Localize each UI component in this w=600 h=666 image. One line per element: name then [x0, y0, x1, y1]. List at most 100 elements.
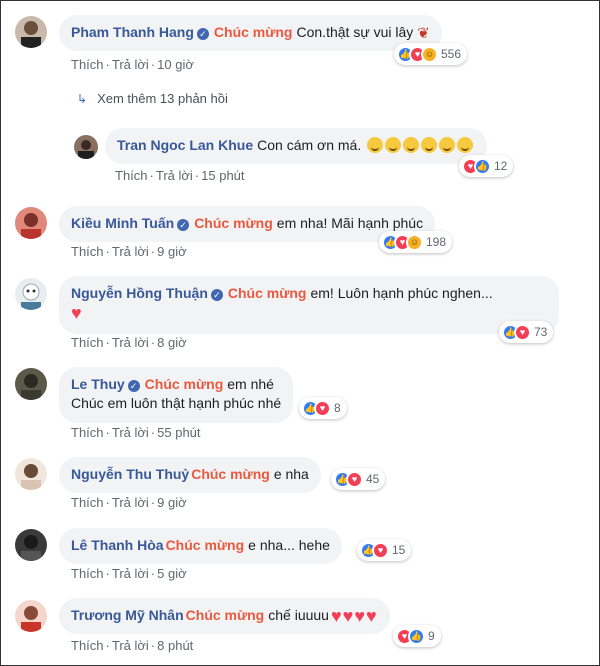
commenter-name[interactable]: Nguyễn Thu Thuỷ [71, 466, 189, 482]
love-reaction-icon: ♥ [314, 399, 331, 417]
reply-link[interactable]: Trả lời [112, 57, 149, 72]
separator: · [150, 566, 156, 581]
tag-label[interactable]: Chúc mừng [194, 215, 273, 231]
view-more-replies[interactable]: ↳ Xem thêm 13 phản hồi [77, 91, 228, 106]
comment-bubble: Trương Mỹ Nhân Chúc mừng chế iuuuu ♥♥♥♥ [59, 598, 390, 634]
avatar[interactable] [15, 600, 47, 632]
tag-label[interactable]: Chúc mừng [186, 607, 265, 623]
reaction-summary[interactable]: 👍 ♥ 8 [299, 397, 347, 419]
love-reaction-icon: ♥ [514, 323, 531, 341]
timestamp[interactable]: 10 giờ [157, 57, 194, 72]
avatar[interactable] [15, 207, 47, 239]
rose-emoji-icon: ❦ [417, 25, 430, 42]
reply-link[interactable]: Trả lời [112, 638, 149, 653]
comment-text: em! Luôn hạnh phúc nghen... [310, 285, 493, 301]
separator: · [150, 495, 156, 510]
reply-link[interactable]: Trả lời [112, 244, 149, 259]
separator: · [150, 57, 156, 72]
comment-text-line2: Chúc em luôn thật hạnh phúc nhé [71, 395, 282, 411]
avatar[interactable] [74, 135, 98, 159]
commenter-name[interactable]: Le Thuy [71, 376, 125, 392]
like-link[interactable]: Thích [115, 168, 148, 183]
tag-label[interactable]: Chúc mừng [191, 466, 270, 482]
commenter-name[interactable]: Nguyễn Hồng Thuận [71, 285, 208, 301]
reply-link[interactable]: Trả lời [156, 168, 193, 183]
reaction-summary[interactable]: 👍 ♥ ☺ 198 [379, 231, 453, 253]
separator: · [150, 335, 156, 350]
commenter-name[interactable]: Tran Ngoc Lan Khue [117, 137, 253, 153]
separator: · [105, 425, 110, 440]
timestamp[interactable]: 8 giờ [157, 335, 187, 350]
reply-link[interactable]: Trả lời [112, 335, 149, 350]
separator: · [150, 244, 156, 259]
commenter-name[interactable]: Lê Thanh Hòa [71, 537, 164, 553]
reaction-count: 8 [334, 401, 341, 415]
separator: · [194, 168, 200, 183]
tag-label[interactable]: Chúc mừng [214, 24, 293, 40]
comment-bubble: Nguyễn Thu Thuỷ Chúc mừng e nha [59, 457, 321, 493]
reply-link[interactable]: Trả lời [112, 425, 149, 440]
haha-reaction-icon: ☺ [421, 45, 438, 63]
comment-actions: Thích · Trả lời · 15 phút [115, 168, 259, 183]
avatar[interactable] [15, 16, 47, 48]
avatar[interactable] [15, 458, 47, 490]
reaction-summary[interactable]: ♥ 👍 12 [459, 155, 514, 177]
separator: · [105, 57, 110, 72]
commenter-name[interactable]: Kiều Minh Tuấn [71, 215, 174, 231]
like-link[interactable]: Thích [71, 495, 104, 510]
like-link[interactable]: Thích [71, 638, 104, 653]
reaction-summary[interactable]: 👍 ♥ ☺ 556 [394, 43, 468, 65]
reaction-summary[interactable]: 👍 ♥ 73 [499, 321, 554, 343]
timestamp[interactable]: 8 phút [157, 638, 193, 653]
comment-text: e nha [273, 466, 309, 482]
comment-bubble: Lê Thanh Hòa Chúc mừng e nha... hehe [59, 528, 342, 564]
heart-emoji-icon: ♥♥♥♥ [330, 606, 377, 626]
like-link[interactable]: Thích [71, 425, 104, 440]
like-link[interactable]: Thích [71, 566, 104, 581]
like-link[interactable]: Thích [71, 335, 104, 350]
tag-label[interactable]: Chúc mừng [228, 285, 307, 301]
separator: · [150, 638, 156, 653]
commenter-name[interactable]: Pham Thanh Hang [71, 24, 194, 40]
like-link[interactable]: Thích [71, 244, 104, 259]
separator: · [105, 335, 110, 350]
comment-bubble: Nguyễn Hồng Thuận ✓ Chúc mừng em! Luôn hạnh… [59, 276, 559, 334]
commenter-name[interactable]: Trương Mỹ Nhân [71, 607, 184, 623]
comment-text: e nha... hehe [248, 537, 330, 553]
separator: · [105, 638, 110, 653]
comment-actions: Thích · Trả lời · 9 giờ [71, 244, 201, 259]
separator: · [105, 495, 110, 510]
comment-text: Con cám ơn má. [257, 137, 362, 153]
reaction-summary[interactable]: 👍 ♥ 15 [357, 539, 412, 561]
comment-actions: Thích · Trả lời · 55 phút [71, 425, 215, 440]
timestamp[interactable]: 5 giờ [157, 566, 187, 581]
avatar[interactable] [15, 529, 47, 561]
comment-actions: Thích · Trả lời · 5 giờ [71, 566, 201, 581]
like-reaction-icon: 👍 [408, 627, 425, 645]
separator: · [105, 566, 110, 581]
timestamp[interactable]: 55 phút [157, 425, 200, 440]
tag-label[interactable]: Chúc mừng [145, 376, 224, 392]
timestamp[interactable]: 15 phút [201, 168, 244, 183]
love-reaction-icon: ♥ [372, 541, 389, 559]
like-link[interactable]: Thích [71, 57, 104, 72]
comment-text: em nha! Mãi hạnh phúc [276, 215, 424, 231]
reaction-count: 9 [428, 629, 435, 643]
reaction-summary[interactable]: ♥ 👍 9 [393, 625, 441, 647]
tag-label[interactable]: Chúc mừng [166, 537, 245, 553]
reply-link[interactable]: Trả lời [112, 566, 149, 581]
avatar[interactable] [15, 368, 47, 400]
reply-arrow-icon: ↳ [77, 92, 88, 106]
reply-link[interactable]: Trả lời [112, 495, 149, 510]
avatar[interactable] [15, 278, 47, 310]
comments-panel: Pham Thanh Hang ✓ Chúc mừng Con.thật sự vui… [0, 0, 600, 666]
verified-badge-icon: ✓ [196, 28, 209, 40]
timestamp[interactable]: 9 giờ [157, 495, 187, 510]
timestamp[interactable]: 9 giờ [157, 244, 187, 259]
reaction-count: 45 [366, 472, 380, 486]
comment-bubble: Pham Thanh Hang ✓ Chúc mừng Con.thật sự vui… [59, 15, 442, 51]
reaction-count: 73 [534, 325, 548, 339]
reaction-summary[interactable]: 👍 ♥ 45 [331, 468, 386, 490]
reaction-count: 12 [494, 159, 508, 173]
comment-bubble: Le Thuy ✓ Chúc mừng em nhé Chúc em luôn thậ… [59, 367, 294, 423]
